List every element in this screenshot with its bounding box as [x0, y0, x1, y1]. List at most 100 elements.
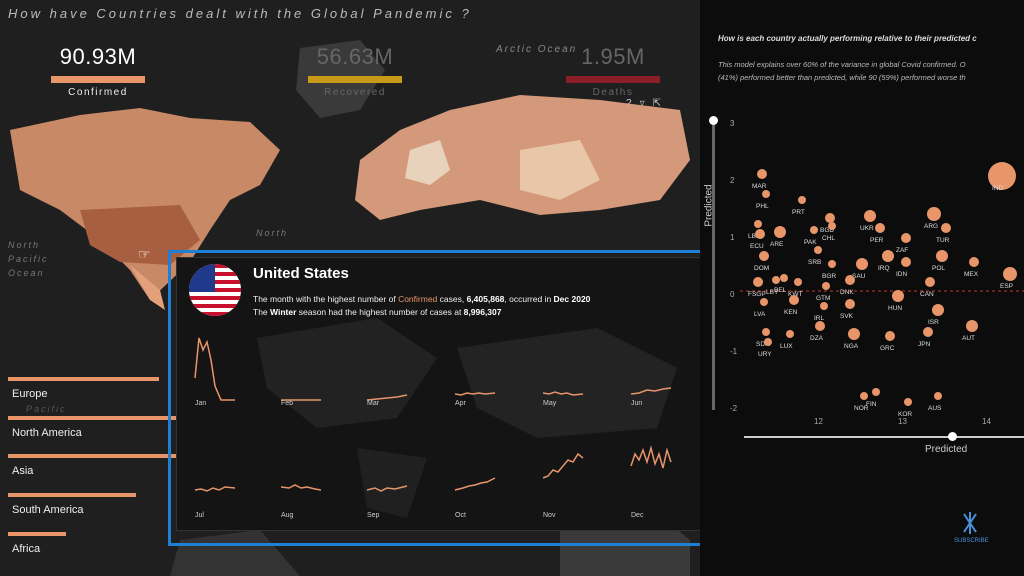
svg-text:Pacific: Pacific: [26, 404, 67, 414]
scatter-point: [814, 246, 822, 254]
subscribe-logo-icon[interactable]: [962, 512, 978, 534]
scatter-point-label: ISR: [928, 319, 939, 326]
scatter-point: [885, 331, 895, 341]
scatter-point: [760, 298, 768, 306]
kpi-recovered-value: 56.63M: [316, 44, 394, 69]
scatter-point: [828, 222, 836, 230]
scatter-title: How is each country actually performing …: [718, 34, 977, 43]
scatter-point: [810, 226, 818, 234]
kpi-confirmed[interactable]: 90.93M Confirmed: [48, 44, 148, 98]
region-label[interactable]: North America: [12, 427, 82, 439]
kpi-recovered[interactable]: 56.63M Recovered: [305, 44, 405, 98]
scatter-point-label: PRT: [792, 209, 805, 216]
region-bar[interactable]: [8, 377, 159, 381]
scatter-point-label: CAN: [920, 291, 934, 298]
svg-text:North: North: [256, 228, 288, 238]
month-label: Mar: [367, 400, 380, 407]
kpi-deaths[interactable]: 1.95M Deaths: [563, 44, 663, 98]
scatter-point-label: URY: [758, 351, 772, 358]
scatter-point-label: ZAF: [896, 247, 908, 254]
month-label: Jan: [195, 400, 207, 407]
scatter-point: [772, 276, 780, 284]
scatter-point-label: IRL: [814, 315, 825, 322]
region-bar[interactable]: [8, 493, 136, 497]
scatter-point: [927, 207, 941, 221]
filter-icon[interactable]: ▿: [640, 98, 645, 109]
scatter-point-label: POL: [932, 265, 945, 272]
region-bar[interactable]: [8, 454, 176, 458]
scatter-point-label: BGR: [822, 273, 836, 280]
scatter-point: [892, 290, 904, 302]
scatter-point-label: ESP: [1000, 283, 1013, 290]
scatter-point-label: KEN: [784, 309, 798, 316]
scatter-point: [820, 302, 828, 310]
scatter-point: [860, 392, 868, 400]
region-label[interactable]: Asia: [12, 465, 33, 477]
scatter-point-label: MEX: [964, 271, 979, 278]
scatter-point-label: IND: [992, 185, 1004, 192]
scatter-point-label: SVK: [840, 313, 854, 320]
scatter-point-label: IRQ: [878, 265, 890, 272]
scatter-point-label: TUR: [936, 237, 950, 244]
y-tick-label: 0: [730, 290, 735, 299]
kpi-deaths-label: Deaths: [592, 87, 634, 98]
horizontal-slider-handle[interactable]: [948, 432, 957, 441]
scatter-point-label: AUT: [962, 335, 975, 342]
scatter-point-label: NGA: [844, 343, 859, 350]
scatter-point-label: DNK: [840, 289, 854, 296]
country-tooltip-card: United States The month with the highest…: [176, 257, 706, 531]
scatter-point-label: PHL: [756, 203, 769, 210]
scatter-point-label: FSGP: [748, 291, 766, 298]
scatter-point-label: NOR: [854, 405, 869, 412]
help-icon[interactable]: ?: [626, 98, 632, 109]
region-label[interactable]: Africa: [12, 543, 40, 555]
scatter-point-label: DOM: [754, 265, 769, 272]
region-bar[interactable]: [8, 416, 188, 420]
scatter-point-label: JPN: [918, 341, 931, 348]
svg-text:Ocean: Ocean: [8, 268, 45, 278]
scatter-point-label: ARE: [770, 241, 784, 248]
scatter-point: [966, 320, 978, 332]
scatter-point: [822, 282, 830, 290]
monthly-sparklines: [194, 337, 672, 492]
scatter-point: [780, 274, 788, 282]
kpi-recovered-label: Recovered: [324, 87, 386, 98]
region-label[interactable]: South America: [12, 504, 84, 516]
month-label: Nov: [543, 512, 556, 519]
sparkline-dec: [630, 445, 672, 469]
sparkline-aug: [280, 484, 322, 491]
scatter-point: [901, 233, 911, 243]
month-label: Jun: [631, 400, 643, 407]
scatter-point: [798, 196, 806, 204]
kpi-recovered-bar: [308, 76, 402, 83]
sparkline-jan: [194, 337, 235, 401]
y-tick-label: -1: [730, 347, 738, 356]
scatter-point-label: AUS: [928, 405, 942, 412]
scatter-point: [901, 257, 911, 267]
scatter-point-label: MAR: [752, 183, 767, 190]
scatter-point: [925, 277, 935, 287]
subscribe-label: SUBSCRIBE: [954, 538, 989, 544]
scatter-point: [755, 229, 765, 239]
month-label: Aug: [281, 512, 294, 519]
focus-mode-icon[interactable]: ⇱: [653, 98, 661, 109]
region-label[interactable]: Europe: [12, 388, 47, 400]
y-tick-label: 1: [730, 233, 735, 242]
scatter-point: [875, 223, 885, 233]
x-tick-label: 14: [982, 417, 991, 426]
scatter-point: [754, 220, 762, 228]
horizontal-slider-track[interactable]: [744, 436, 1024, 438]
scatter-point-label: ARG: [924, 223, 938, 230]
scatter-point: [759, 251, 769, 261]
scatter-description: This model explains over 60% of the vari…: [718, 60, 966, 82]
region-bar[interactable]: [8, 532, 66, 536]
mouse-cursor-icon: ☞: [138, 246, 151, 262]
scatter-point: [1003, 267, 1017, 281]
scatter-plot[interactable]: 3210-1-212 13 14MARPHLPRTINDLBNECU ARE PAKBG…: [700, 110, 1024, 530]
scatter-point: [786, 330, 794, 338]
month-label: Feb: [281, 400, 294, 407]
scatter-point-label: KOR: [898, 411, 912, 418]
scatter-point: [882, 250, 894, 262]
x-tick-label: 12: [814, 417, 823, 426]
month-label: Dec: [631, 512, 644, 519]
